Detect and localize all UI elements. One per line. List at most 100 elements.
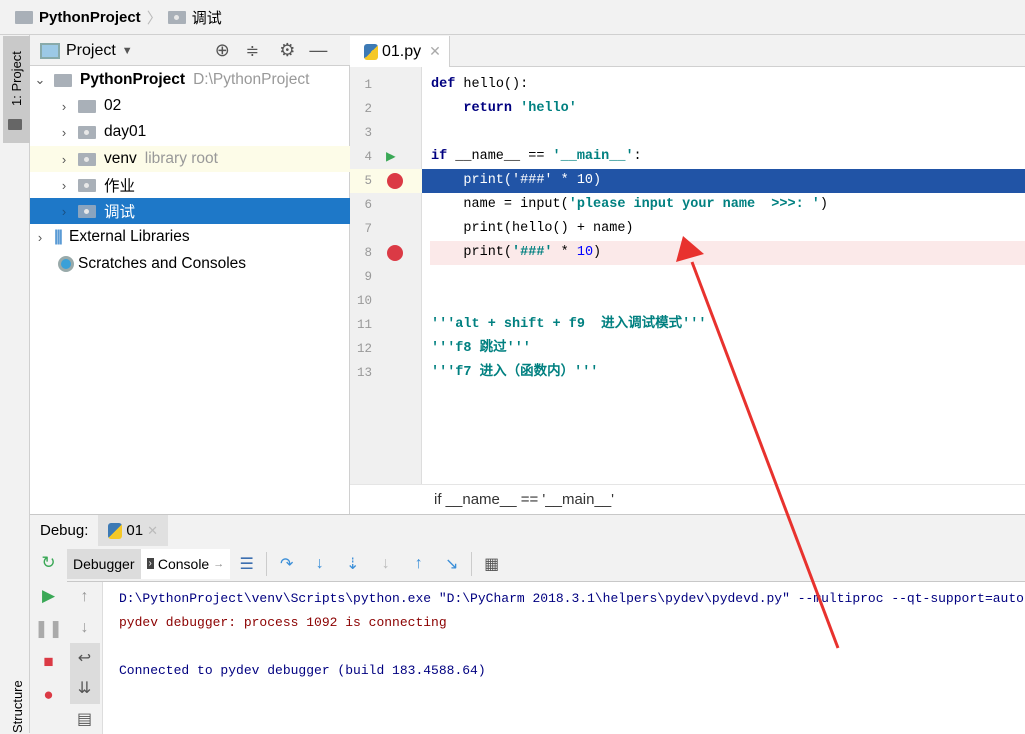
tree-item-tiaoshi[interactable]: › 调试 [30, 198, 350, 224]
step-over-icon[interactable]: ↷ [270, 549, 303, 579]
print-icon[interactable]: ▤ [70, 704, 100, 734]
debug-session-tab[interactable]: 01 ✕ [98, 515, 168, 546]
python-icon [108, 522, 123, 539]
locate-icon[interactable]: ⊕ [215, 40, 230, 61]
folder-icon [54, 73, 72, 87]
close-icon[interactable]: ✕ [147, 523, 158, 539]
tab-label: Console [157, 555, 210, 572]
tree-item-path: D:\PythonProject [193, 71, 310, 88]
line-number: 12 [356, 342, 372, 356]
tree-item-external-libraries[interactable]: › ||| External Libraries [30, 224, 350, 250]
tab-01-py[interactable]: 01.py ✕ [350, 36, 450, 67]
line-number: 3 [364, 126, 372, 140]
breakpoint-icon[interactable] [387, 245, 403, 261]
code-token: '''f7 进入（函数内）''' [431, 365, 599, 380]
tab-debugger[interactable]: Debugger [67, 548, 141, 579]
tree-item-label: External Libraries [69, 228, 190, 245]
line-number: 4 [364, 150, 372, 164]
tree-item-label: PythonProject [80, 71, 186, 88]
run-to-cursor-icon[interactable]: ↘ [435, 549, 468, 579]
code-line: 9 [350, 265, 1025, 289]
chevron-right-icon[interactable]: › [58, 99, 70, 114]
console-line: pydev debugger: process 1092 is connecti… [119, 615, 447, 630]
run-icon[interactable]: ▶ [386, 145, 396, 169]
step-out-icon[interactable]: ↑ [402, 549, 435, 579]
tree-item-label: venv [104, 150, 137, 167]
pause-icon[interactable]: ❚❚ [30, 612, 67, 645]
project-tool-tab[interactable]: 1: Project [3, 36, 30, 143]
soft-wrap-icon[interactable]: ↩ [69, 642, 100, 674]
tree-item-02[interactable]: › 02 [30, 93, 350, 119]
step-into-my-code-icon[interactable]: ⇣ [336, 549, 369, 579]
chevron-right-icon[interactable]: › [34, 230, 46, 245]
scroll-to-end-icon[interactable]: ⇊ [69, 673, 100, 704]
gear-icon[interactable]: ⚙ [279, 40, 295, 61]
code-token: 'hello' [520, 101, 577, 116]
tree-item-label: Scratches and Consoles [78, 255, 247, 272]
chevron-down-icon[interactable]: ▼ [122, 45, 133, 57]
stop-icon[interactable]: ■ [30, 645, 67, 678]
tree-item-venv[interactable]: › venv library root [30, 146, 350, 172]
library-icon: ||| [54, 228, 63, 245]
chevron-right-icon[interactable]: › [58, 204, 70, 219]
hide-icon[interactable]: — [309, 40, 327, 61]
code-line: 7 print(hello() + name) [350, 217, 1025, 241]
line-number: 10 [356, 294, 372, 308]
breadcrumb-project[interactable]: PythonProject [39, 9, 141, 26]
code-token: * [552, 245, 577, 260]
force-step-into-icon[interactable]: ↓ [369, 549, 402, 579]
code-token: '''alt + shift + f9 进入调试模式''' [431, 317, 707, 332]
tree-item-label: 作业 [104, 178, 136, 195]
chevron-right-icon[interactable]: › [58, 152, 70, 167]
collapse-all-icon[interactable]: ≑ [246, 41, 259, 61]
editor-breadcrumb[interactable]: if __name__ == '__main__' [350, 484, 1025, 514]
console-output[interactable]: D:\PythonProject\venv\Scripts\python.exe… [103, 582, 1025, 734]
rerun-icon[interactable]: ↻ [30, 546, 67, 579]
tree-item-scratches[interactable]: Scratches and Consoles [30, 251, 350, 277]
code-token: 'please input your name >>>: ' [568, 197, 820, 212]
python-file-icon [364, 43, 378, 60]
code-token: print('###' * 10) [463, 173, 602, 188]
code-line: 4 ▶ if __name__ == '__main__': [350, 145, 1025, 169]
code-line: 6 name = input('please input your name >… [350, 193, 1025, 217]
code-token: '__main__' [552, 149, 634, 164]
code-line-current: 5 print('###' * 10) [350, 169, 1025, 193]
folder-icon [167, 10, 186, 24]
chevron-down-icon[interactable]: ⌄ [34, 72, 46, 88]
resume-icon[interactable]: ▶ [30, 579, 67, 612]
arrow-down-icon[interactable]: ↓ [70, 612, 100, 642]
debug-header: Debug: 01 ✕ [30, 515, 168, 546]
code-token: hello(): [455, 77, 529, 92]
code-token: ) [819, 197, 828, 212]
scratches-icon [58, 256, 74, 272]
pin-icon[interactable]: → [213, 558, 224, 570]
line-number: 2 [364, 102, 372, 116]
breakpoint-icon[interactable] [387, 173, 403, 189]
project-view-select[interactable]: Project [66, 42, 116, 60]
evaluate-expression-icon[interactable]: ▦ [475, 549, 508, 579]
view-breakpoints-icon[interactable]: ● [30, 678, 67, 711]
tree-item-zuoye[interactable]: › 作业 [30, 172, 350, 198]
line-number: 6 [364, 198, 372, 212]
code-token: if [431, 149, 448, 164]
console-side-toolbar: ↑ ↓ ↩ ⇊ ▤ [67, 582, 103, 734]
code-line: 2 return 'hello' [350, 97, 1025, 121]
chevron-right-icon[interactable]: › [58, 125, 70, 140]
breadcrumb-folder[interactable]: 调试 [192, 7, 222, 28]
structure-tool-tab[interactable]: Structure [10, 680, 25, 733]
arrow-up-icon[interactable]: ↑ [70, 582, 100, 612]
code-token: ) [593, 245, 602, 260]
tab-console[interactable]: › Console → [140, 548, 231, 579]
line-number: 7 [364, 222, 372, 236]
code-token: print(hello() + name) [463, 221, 634, 236]
code-token: __name__ == [447, 149, 553, 164]
close-icon[interactable]: ✕ [429, 43, 441, 60]
show-execution-point-icon[interactable]: ☰ [230, 549, 263, 579]
debug-left-toolbar: ↻ ▶ ❚❚ ■ ● [30, 546, 67, 734]
tree-item-day01[interactable]: › day01 [30, 119, 350, 145]
code-editor[interactable]: 01.py ✕ 1 def hello(): 2 return 'hello' 3… [350, 36, 1025, 514]
code-token: '###' [512, 245, 553, 260]
step-into-icon[interactable]: ↓ [303, 549, 336, 579]
tree-item-pythonproject[interactable]: ⌄ PythonProject D:\PythonProject [30, 67, 350, 93]
chevron-right-icon[interactable]: › [58, 178, 70, 193]
